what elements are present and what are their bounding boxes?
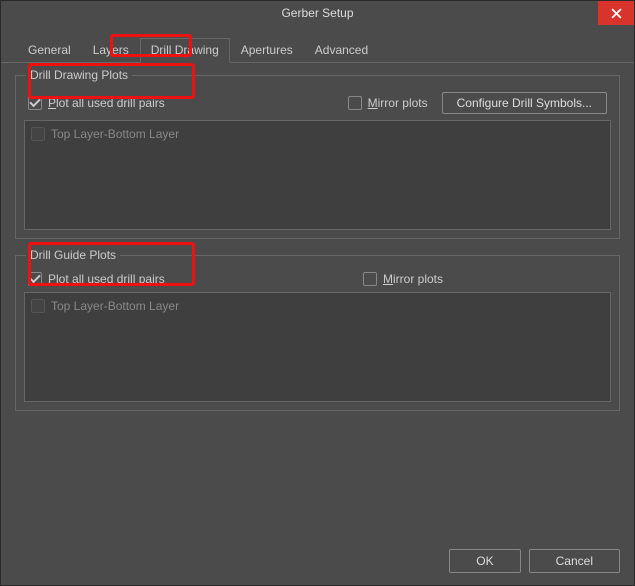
group2-top-row: Plot all used drill pairs Mirror plots	[24, 272, 611, 292]
dialog-footer: OK Cancel	[449, 549, 620, 573]
checkbox-icon	[363, 272, 377, 286]
cancel-button[interactable]: Cancel	[529, 549, 620, 573]
tab-apertures[interactable]: Apertures	[230, 38, 304, 63]
plot-all-used-pairs-check-2[interactable]: Plot all used drill pairs	[28, 272, 165, 286]
checkbox-icon	[348, 96, 362, 110]
ok-button[interactable]: OK	[449, 549, 520, 573]
drill-guide-pairs-list[interactable]: Top Layer-Bottom Layer	[24, 292, 611, 402]
mirror-label: Mirror plots	[383, 272, 443, 286]
list-item[interactable]: Top Layer-Bottom Layer	[31, 125, 604, 143]
title-bar: Gerber Setup	[1, 1, 634, 25]
group-drill-guide-plots: Drill Guide Plots Plot all used drill pa…	[15, 255, 620, 411]
mirror-label: Mirror plots	[368, 96, 428, 110]
window-title: Gerber Setup	[281, 6, 353, 20]
tab-advanced[interactable]: Advanced	[304, 38, 379, 63]
drill-drawing-pairs-list[interactable]: Top Layer-Bottom Layer	[24, 120, 611, 230]
group-legend: Drill Drawing Plots	[26, 68, 132, 82]
group-drill-drawing-plots: Drill Drawing Plots Plot all used drill …	[15, 75, 620, 239]
mirror-plots-check-2[interactable]: Mirror plots	[363, 272, 443, 286]
checkbox-icon	[28, 272, 42, 286]
plot-all-label: Plot all used drill pairs	[48, 272, 165, 286]
tab-content: Drill Drawing Plots Plot all used drill …	[1, 63, 634, 439]
tab-layers[interactable]: Layers	[82, 38, 140, 63]
list-item-label: Top Layer-Bottom Layer	[51, 127, 179, 141]
close-icon	[611, 8, 622, 19]
checkbox-icon	[28, 96, 42, 110]
checkbox-icon	[31, 127, 45, 141]
mirror-plots-check[interactable]: Mirror plots	[348, 96, 428, 110]
dialog-window: Gerber Setup General Layers Drill Drawin…	[0, 0, 635, 586]
tab-general[interactable]: General	[17, 38, 82, 63]
group1-top-row: Plot all used drill pairs Mirror plots C…	[24, 92, 611, 120]
checkbox-icon	[31, 299, 45, 313]
configure-drill-symbols-button[interactable]: Configure Drill Symbols...	[442, 92, 607, 114]
plot-all-label: Plot all used drill pairs	[48, 96, 165, 110]
group-legend: Drill Guide Plots	[26, 248, 120, 262]
list-item[interactable]: Top Layer-Bottom Layer	[31, 297, 604, 315]
tab-drill-drawing[interactable]: Drill Drawing	[140, 38, 230, 63]
plot-all-used-pairs-check[interactable]: Plot all used drill pairs	[28, 96, 165, 110]
close-button[interactable]	[598, 1, 634, 25]
list-item-label: Top Layer-Bottom Layer	[51, 299, 179, 313]
tab-bar: General Layers Drill Drawing Apertures A…	[1, 25, 634, 63]
